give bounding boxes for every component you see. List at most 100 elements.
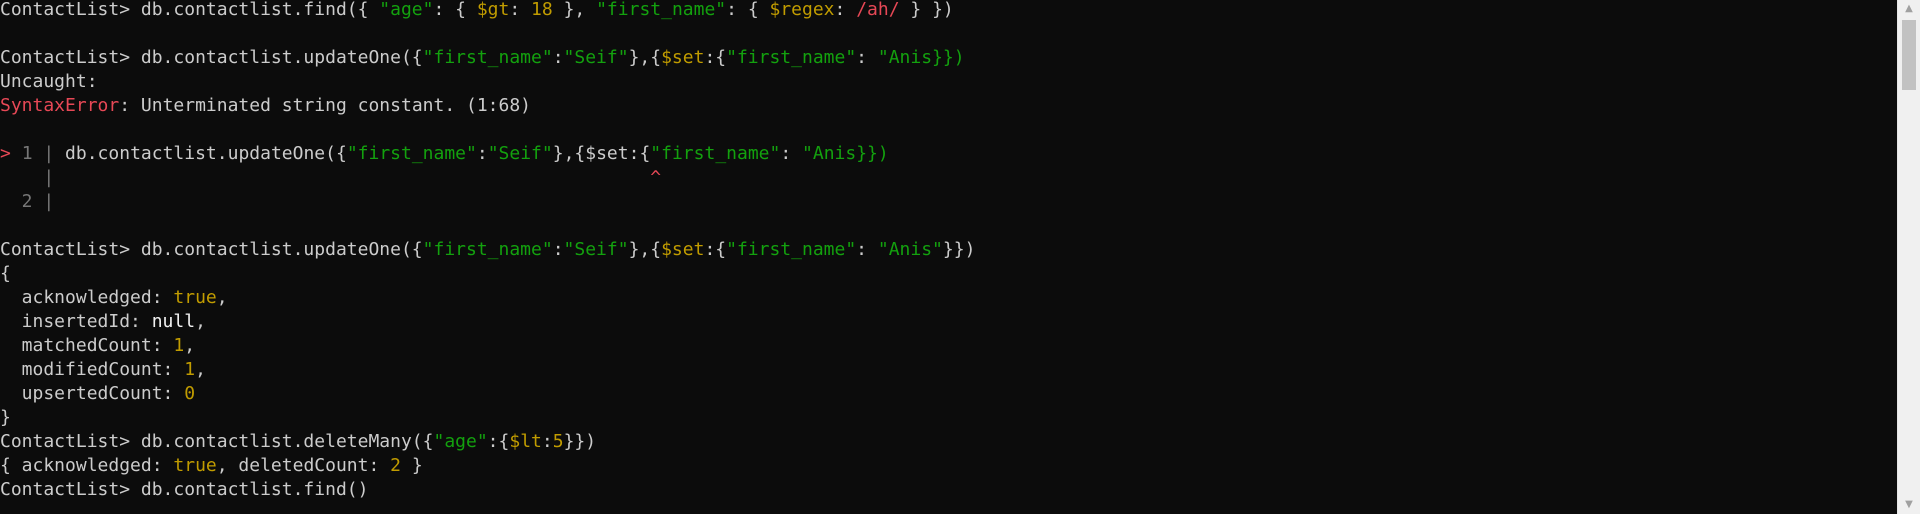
terminal-token: "first_name" xyxy=(726,47,857,68)
terminal-token: SyntaxError xyxy=(0,95,120,116)
terminal-token: $gt xyxy=(476,0,510,20)
terminal-token: "Seif" xyxy=(487,143,553,164)
arrow-down-icon[interactable]: ▼ xyxy=(1898,496,1920,514)
terminal-line: | ^ xyxy=(0,166,661,190)
terminal-token: :{ xyxy=(487,431,510,452)
terminal-token: ^ xyxy=(650,167,662,188)
terminal-line: matchedCount: 1, xyxy=(0,334,195,358)
terminal-token: 2 | xyxy=(0,191,55,212)
terminal-token: : xyxy=(552,239,564,260)
terminal-token: , deletedCount: xyxy=(216,455,391,476)
terminal-token: modifiedCount: xyxy=(0,359,185,380)
terminal-token: 1 xyxy=(184,359,196,380)
terminal-token: "age" xyxy=(433,431,488,452)
terminal-token: },{ xyxy=(628,47,662,68)
terminal-token: } xyxy=(400,455,423,476)
terminal-token: : Unterminated string constant. (1:68) xyxy=(119,95,532,116)
terminal-token: "first_name" xyxy=(422,239,553,260)
terminal-token: } xyxy=(0,407,11,428)
terminal-token: : xyxy=(552,47,564,68)
terminal-token: 0 xyxy=(184,383,196,404)
terminal-line: ContactList> db.contactlist.find() xyxy=(0,478,368,502)
terminal-token: : xyxy=(541,431,553,452)
terminal-token: acknowledged: xyxy=(0,287,174,308)
terminal-token: null xyxy=(151,311,196,332)
terminal-token: "Seif" xyxy=(563,47,629,68)
terminal-token: 18 xyxy=(531,0,553,20)
terminal-token: "first_name" xyxy=(422,47,553,68)
terminal-token: Uncaught: xyxy=(0,71,98,92)
terminal-token: , xyxy=(195,311,206,332)
terminal-token: | xyxy=(0,167,651,188)
terminal-token: : xyxy=(509,0,532,20)
terminal-token: , xyxy=(195,359,206,380)
terminal-token: :{ xyxy=(704,239,727,260)
terminal-token: "Anis}}) xyxy=(877,47,965,68)
terminal-token: db.contactlist.updateOne({ xyxy=(65,143,347,164)
terminal-token: } }) xyxy=(899,0,954,20)
terminal-line: ContactList> db.contactlist.updateOne({"… xyxy=(0,238,975,262)
terminal-line: modifiedCount: 1, xyxy=(0,358,206,382)
terminal-token: },{ xyxy=(628,239,662,260)
terminal-token: , xyxy=(216,287,228,308)
terminal-window[interactable]: ContactList> db.contactlist.find({ "age"… xyxy=(0,0,1898,514)
terminal-token: }, xyxy=(552,0,597,20)
terminal-token: true xyxy=(173,287,217,308)
terminal-token: "Anis" xyxy=(877,239,943,260)
terminal-line: > 1 | db.contactlist.updateOne({"first_n… xyxy=(0,142,889,166)
terminal-token: "first_name" xyxy=(726,239,857,260)
terminal-token: : { xyxy=(433,0,477,20)
terminal-line: ContactList> db.contactlist.find({ "age"… xyxy=(0,0,954,22)
terminal-token: $set xyxy=(661,47,705,68)
arrow-up-icon[interactable]: ▲ xyxy=(1898,0,1920,18)
terminal-token: $set xyxy=(661,239,705,260)
terminal-token: "first_name" xyxy=(596,0,727,20)
terminal-token: { xyxy=(0,263,11,284)
terminal-token: 5 xyxy=(552,431,564,452)
terminal-token: /ah/ xyxy=(856,0,900,20)
terminal-token: matchedCount: xyxy=(0,335,174,356)
terminal-token: upsertedCount: xyxy=(0,383,185,404)
terminal-token: : xyxy=(476,143,488,164)
vertical-scrollbar[interactable]: ▲ ▼ xyxy=(1897,0,1920,514)
terminal-line: insertedId: null, xyxy=(0,310,206,334)
terminal-token: $regex xyxy=(769,0,835,20)
terminal-token: : xyxy=(834,0,857,20)
terminal-token: }}) xyxy=(942,239,976,260)
terminal-token: $set xyxy=(585,143,629,164)
terminal-token: ContactList> db.contactlist.updateOne({ xyxy=(0,239,423,260)
terminal-token: "age" xyxy=(379,0,434,20)
terminal-token: "first_name" xyxy=(346,143,477,164)
terminal-token: "Seif" xyxy=(563,239,629,260)
terminal-token: : xyxy=(856,239,878,260)
terminal-token: $lt xyxy=(509,431,542,452)
terminal-token: insertedId: xyxy=(0,311,152,332)
terminal-line: SyntaxError: Unterminated string constan… xyxy=(0,94,531,118)
terminal-token: :{ xyxy=(628,143,651,164)
terminal-line: { acknowledged: true, deletedCount: 2 } xyxy=(0,454,423,478)
terminal-token: 2 xyxy=(390,455,401,476)
terminal-token: ContactList> db.contactlist.find({ xyxy=(0,0,380,20)
terminal-token: : xyxy=(856,47,878,68)
terminal-line: ContactList> db.contactlist.deleteMany({… xyxy=(0,430,596,454)
terminal-token: },{ xyxy=(552,143,586,164)
terminal-token: 1 | xyxy=(21,143,66,164)
terminal-line: { xyxy=(0,262,11,286)
terminal-line: acknowledged: true, xyxy=(0,286,228,310)
terminal-token: true xyxy=(173,455,217,476)
terminal-line: } xyxy=(0,406,11,430)
terminal-token: , xyxy=(184,335,196,356)
terminal-line: ContactList> db.contactlist.updateOne({"… xyxy=(0,46,965,70)
terminal-line: 2 | xyxy=(0,190,55,214)
terminal-token: : { xyxy=(726,0,770,20)
scrollbar-thumb[interactable] xyxy=(1902,20,1916,90)
terminal-line: upsertedCount: 0 xyxy=(0,382,195,406)
terminal-token: { acknowledged: xyxy=(0,455,174,476)
terminal-token: }}) xyxy=(563,431,597,452)
terminal-token: > xyxy=(0,143,22,164)
terminal-token: 1 xyxy=(173,335,185,356)
terminal-token: ContactList> db.contactlist.updateOne({ xyxy=(0,47,423,68)
terminal-token: "Anis}}) xyxy=(802,143,889,164)
terminal-token: : xyxy=(780,143,803,164)
terminal-token: ContactList> db.contactlist.deleteMany({ xyxy=(0,431,434,452)
